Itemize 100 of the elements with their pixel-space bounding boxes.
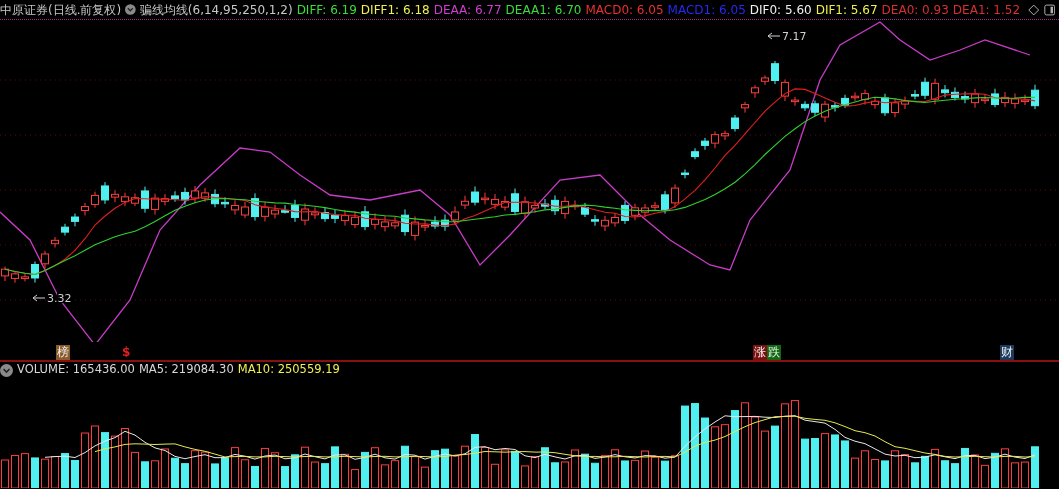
dropdown-icon[interactable] — [0, 363, 13, 377]
candlestick — [921, 77, 929, 100]
candlestick — [761, 74, 769, 86]
candlestick — [451, 205, 459, 226]
indicator-value: DIF1: 5.67 — [815, 1, 878, 19]
candlestick — [441, 214, 449, 232]
indicator-value: DIF0: 5.60 — [749, 1, 812, 19]
volume-value: VOLUME: 165436.00 — [17, 361, 135, 379]
pointer-arrow-icon — [767, 32, 781, 40]
candlestick — [161, 193, 169, 206]
indicator-value: DEA0: 0.93 — [881, 1, 949, 19]
candlestick — [301, 202, 309, 226]
candlestick — [811, 100, 819, 117]
event-marker[interactable]: 涨 — [753, 345, 767, 360]
candlestick — [121, 192, 129, 207]
event-marker[interactable]: 跌 — [767, 345, 781, 360]
candlestick — [741, 101, 749, 114]
candlestick — [351, 211, 359, 229]
candlestick — [311, 206, 319, 220]
candlestick — [341, 209, 349, 227]
candlestick — [251, 192, 259, 222]
event-marker[interactable]: $ — [121, 345, 132, 360]
candlestick — [631, 203, 639, 221]
candlestick — [151, 193, 159, 216]
candlestick — [481, 192, 489, 205]
candlestick — [321, 206, 329, 223]
candlestick — [591, 214, 599, 227]
candlestick — [531, 199, 539, 214]
indicator-name: 骗线均线(6,14,95,250,1,2) — [139, 1, 293, 19]
candlestick — [201, 187, 209, 203]
candlestick — [291, 199, 299, 223]
candlestick — [91, 191, 99, 209]
candlestick — [491, 193, 499, 210]
candlestick — [721, 130, 729, 141]
candlestick — [191, 185, 199, 204]
candlestick — [861, 89, 869, 106]
candlestick — [671, 183, 679, 209]
candlestick — [221, 196, 229, 209]
pointer-arrow-icon — [32, 294, 46, 302]
candlestick — [821, 100, 829, 123]
candlestick — [801, 100, 809, 112]
candlestick — [51, 236, 59, 248]
candlestick — [511, 188, 519, 216]
candlestick — [71, 213, 79, 227]
candlestick — [61, 223, 69, 237]
dropdown-icon[interactable] — [125, 3, 136, 16]
candlestick — [261, 201, 269, 222]
candlestick — [731, 114, 739, 133]
candlestick — [391, 216, 399, 230]
candlestick — [381, 215, 389, 232]
candlestick — [641, 203, 649, 218]
candlestick — [31, 261, 39, 284]
indicator-value: MACD0: 6.05 — [585, 1, 664, 19]
diamond-icon[interactable] — [1028, 2, 1040, 17]
candlestick — [831, 101, 839, 113]
candlestick — [871, 96, 879, 110]
candlestick — [621, 200, 629, 225]
candlestick — [901, 96, 909, 110]
volume-value: MA10: 250559.19 — [237, 361, 340, 379]
candlestick — [41, 250, 49, 270]
candlestick — [971, 88, 979, 109]
candlestick — [21, 273, 29, 282]
candlestick — [541, 198, 549, 210]
candlestick — [851, 91, 859, 102]
candlestick — [651, 201, 659, 211]
panel-toggle-icon[interactable] — [1043, 2, 1055, 17]
candlestick — [701, 137, 709, 151]
candlestick — [1031, 84, 1039, 110]
candlestick — [751, 84, 759, 99]
candlestick — [101, 181, 109, 205]
candlestick — [421, 219, 429, 232]
candlestick — [11, 270, 19, 284]
event-marker[interactable]: 财 — [1000, 345, 1014, 360]
candlestick — [171, 190, 179, 203]
candlestick — [891, 98, 899, 118]
candlestick — [461, 195, 469, 210]
indicator-value: DEAA1: 6.70 — [505, 1, 582, 19]
candlestick — [681, 169, 689, 179]
event-marker[interactable]: 榜 — [56, 345, 70, 360]
candlestick — [941, 84, 949, 98]
candlestick — [771, 60, 779, 85]
candlestick — [601, 215, 609, 232]
indicator-value: MACD1: 6.05 — [667, 1, 746, 19]
candlestick — [81, 202, 89, 216]
candlestick — [361, 205, 369, 231]
candlestick — [411, 215, 419, 241]
candlestick — [471, 186, 479, 206]
candlestick — [1, 266, 9, 282]
candlestick — [931, 78, 939, 105]
candlestick — [571, 199, 579, 211]
candlestick — [1021, 94, 1029, 106]
candlestick — [371, 213, 379, 230]
candlestick — [581, 202, 589, 218]
candlestick — [431, 215, 439, 230]
candlestick — [1011, 92, 1019, 109]
volume-value: MA5: 219084.30 — [138, 361, 234, 379]
candlestick — [551, 194, 559, 216]
candlestick — [841, 94, 849, 109]
candlestick — [111, 189, 119, 203]
candlestick — [911, 89, 919, 100]
